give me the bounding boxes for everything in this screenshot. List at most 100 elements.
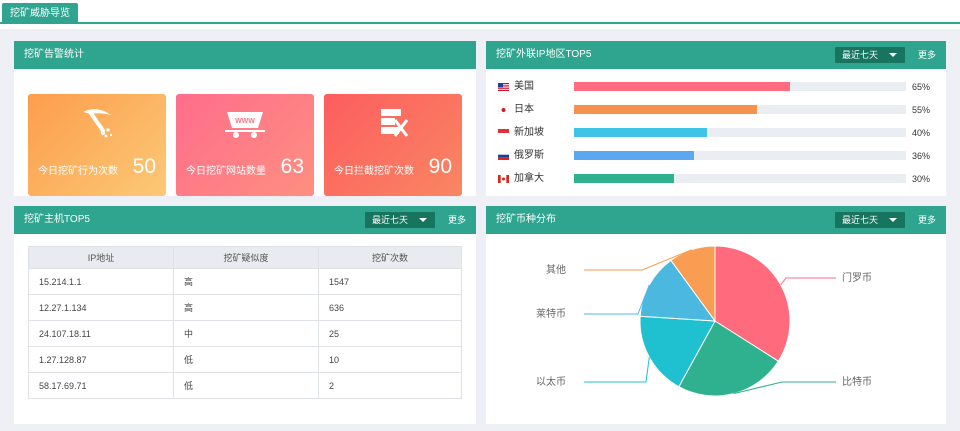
dropdown-value: 最近七天 — [372, 215, 409, 225]
panel-title: 挖矿主机TOP5 — [24, 214, 90, 225]
cell-ip: 15.214.1.1 — [28, 268, 174, 295]
sg-flag-icon — [498, 129, 509, 137]
time-range-dropdown[interactable]: 最近七天 — [365, 212, 435, 228]
cell-suspicion: 低 — [173, 346, 319, 373]
cell-suspicion: 中 — [173, 320, 319, 347]
region-percent: 40% — [912, 128, 931, 138]
panel-title: 挖矿币种分布 — [496, 214, 556, 225]
hosts-table: IP地址 挖矿疑似度 挖矿次数 15.214.1.1 高 1547 12.27.… — [28, 246, 462, 399]
region-name: 俄罗斯 — [514, 150, 544, 161]
stat-card-label: 今日拦截挖矿次数 — [334, 166, 414, 177]
more-link[interactable]: 更多 — [918, 41, 936, 69]
pickaxe-icon — [28, 106, 166, 140]
pie-label: 比特币 — [842, 376, 872, 388]
region-name: 日本 — [514, 104, 534, 115]
ip-region-panel: 挖矿外联IP地区TOP5 最近七天 更多 美国 65% 日本 55% 新加坡 4… — [486, 41, 946, 196]
column-header: IP地址 — [28, 246, 174, 269]
region-row: 俄罗斯 36% — [498, 150, 932, 164]
region-row: 新加坡 40% — [498, 127, 932, 141]
coin-pie-chart: 门罗币比特币 以太币 莱特币 其他 — [536, 245, 872, 397]
region-bar-track — [574, 174, 906, 183]
table-row[interactable]: 58.17.69.71 低 2 — [28, 372, 462, 399]
pie-label: 其他 — [546, 263, 566, 276]
region-percent: 36% — [912, 151, 931, 161]
cell-suspicion: 高 — [173, 268, 319, 295]
cell-count: 25 — [318, 320, 462, 347]
mine-cart-www-icon: WWW — [176, 106, 314, 140]
cell-ip: 1.27.128.87 — [28, 346, 174, 373]
coins-panel-header: 挖矿币种分布 最近七天 更多 — [486, 206, 946, 234]
column-header: 挖矿疑似度 — [173, 246, 319, 269]
pie-label: 以太币 — [536, 375, 566, 388]
cell-suspicion: 低 — [173, 372, 319, 399]
region-name: 新加坡 — [514, 127, 544, 138]
pie-label: 莱特币 — [536, 308, 566, 320]
cell-count: 10 — [318, 346, 462, 373]
coins-panel: 挖矿币种分布 最近七天 更多 门罗币比特币 以太币 莱特币 其他 — [486, 206, 946, 424]
cell-suspicion: 高 — [173, 294, 319, 321]
region-percent: 30% — [912, 174, 931, 184]
column-header: 挖矿次数 — [318, 246, 462, 269]
caret-down-icon — [889, 53, 897, 57]
cell-count: 1547 — [318, 268, 462, 295]
region-row: 加拿大 30% — [498, 173, 932, 187]
hosts-panel-header: 挖矿主机TOP5 最近七天 更多 — [14, 206, 476, 234]
panel-title: 挖矿外联IP地区TOP5 — [496, 49, 592, 60]
pie-label: 门罗币 — [842, 271, 872, 284]
time-range-dropdown[interactable]: 最近七天 — [835, 212, 905, 228]
stat-card-mining-sites[interactable]: WWW 今日挖矿网站数量 63 — [176, 94, 314, 196]
stat-card-value: 63 — [280, 155, 304, 178]
stat-card-value: 90 — [428, 155, 452, 178]
svg-text:WWW: WWW — [235, 118, 255, 125]
more-link[interactable]: 更多 — [918, 206, 936, 234]
table-row[interactable]: 15.214.1.1 高 1547 — [28, 268, 462, 295]
pie-label-line — [780, 277, 836, 286]
more-link[interactable]: 更多 — [448, 206, 466, 234]
region-row: 美国 65% — [498, 81, 932, 95]
region-name: 美国 — [514, 81, 534, 92]
caret-down-icon — [889, 218, 897, 222]
stat-card-blocked[interactable]: 今日拦截挖矿次数 90 — [324, 94, 462, 196]
stat-card-label: 今日挖矿行为次数 — [38, 166, 118, 177]
us-flag-icon — [498, 83, 509, 91]
cell-ip: 58.17.69.71 — [28, 372, 174, 399]
alerts-panel-header: 挖矿告警统计 — [14, 41, 476, 69]
blocked-server-icon — [324, 106, 462, 140]
stat-card-value: 50 — [132, 155, 156, 178]
cell-count: 636 — [318, 294, 462, 321]
table-header-row: IP地址 挖矿疑似度 挖矿次数 — [28, 246, 462, 269]
region-bar-fill — [574, 128, 707, 137]
time-range-dropdown[interactable]: 最近七天 — [835, 47, 905, 63]
table-row[interactable]: 1.27.128.87 低 10 — [28, 346, 462, 373]
region-bar-fill — [574, 82, 790, 91]
ru-flag-icon — [498, 152, 509, 160]
tab-mining-overview[interactable]: 挖矿威胁导览 — [2, 3, 78, 24]
ip-region-panel-header: 挖矿外联IP地区TOP5 最近七天 更多 — [486, 41, 946, 69]
hosts-panel: 挖矿主机TOP5 最近七天 更多 IP地址 挖矿疑似度 挖矿次数 15.214.… — [14, 206, 476, 424]
dropdown-value: 最近七天 — [842, 215, 879, 225]
region-bar-track — [574, 151, 906, 160]
dropdown-value: 最近七天 — [842, 50, 879, 60]
table-row[interactable]: 12.27.1.134 高 636 — [28, 294, 462, 321]
dashboard: 挖矿告警统计 今日挖矿行为次数 50 WWW 今日挖矿网站数量 63 今日拦截挖… — [0, 29, 960, 431]
table-row[interactable]: 24.107.18.11 中 25 — [28, 320, 462, 347]
region-row: 日本 55% — [498, 104, 932, 118]
stat-card-label: 今日挖矿网站数量 — [186, 166, 266, 177]
region-bar-track — [574, 82, 906, 91]
cell-ip: 24.107.18.11 — [28, 320, 174, 347]
region-bar-fill — [574, 174, 674, 183]
region-bar-fill — [574, 151, 694, 160]
stat-card-mining-actions[interactable]: 今日挖矿行为次数 50 — [28, 94, 166, 196]
region-bar-fill — [574, 105, 757, 114]
pie-label-line — [584, 284, 650, 315]
region-bar-track — [574, 128, 906, 137]
region-name: 加拿大 — [514, 173, 544, 184]
cell-ip: 12.27.1.134 — [28, 294, 174, 321]
cell-count: 2 — [318, 372, 462, 399]
panel-title: 挖矿告警统计 — [24, 49, 84, 60]
tab-bar: 挖矿威胁导览 — [0, 0, 960, 24]
region-bar-track — [574, 105, 906, 114]
region-percent: 65% — [912, 82, 931, 92]
caret-down-icon — [419, 218, 427, 222]
pie-label-line — [584, 357, 650, 383]
